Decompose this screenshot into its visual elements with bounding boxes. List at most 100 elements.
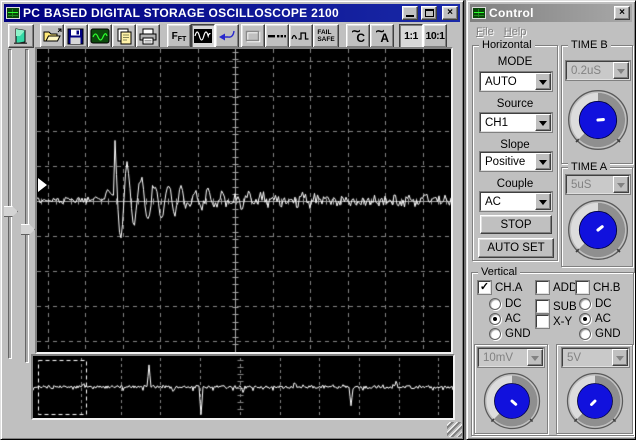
source-value: CH1 bbox=[485, 116, 509, 129]
minimize-button[interactable] bbox=[402, 6, 418, 20]
chb-volts-knob[interactable] bbox=[565, 371, 625, 431]
chb-ac-label: AC bbox=[595, 313, 611, 325]
chb-volts-value: 5V bbox=[567, 351, 582, 364]
menu-help[interactable]: Help bbox=[504, 26, 527, 38]
chb-volts-select: 5V bbox=[562, 348, 629, 367]
checkbox-box[interactable] bbox=[536, 300, 549, 313]
chevron-down-icon bbox=[612, 349, 628, 366]
trigger-level-marker[interactable] bbox=[38, 178, 47, 192]
open-file-button[interactable] bbox=[40, 24, 64, 48]
cal-c-label: C bbox=[356, 31, 365, 45]
checkbox-box[interactable]: ✓ bbox=[478, 281, 491, 294]
control-window: Control × File Help Horizontal MODE AUTO… bbox=[466, 0, 636, 440]
copy-button[interactable] bbox=[112, 24, 136, 48]
channel-a-label: CH.A bbox=[495, 281, 523, 294]
cal-a-label: A bbox=[380, 31, 389, 45]
exit-button[interactable] bbox=[8, 24, 34, 48]
time-a-knob[interactable] bbox=[566, 198, 630, 262]
save-button[interactable] bbox=[64, 24, 88, 48]
radio-circle[interactable] bbox=[579, 328, 591, 340]
fail-safe-button[interactable]: FAIL SAFE bbox=[313, 24, 339, 48]
overview-frame bbox=[31, 354, 455, 420]
checkbox-box[interactable] bbox=[576, 281, 589, 294]
radio-circle[interactable] bbox=[579, 298, 591, 310]
sub-label: SUB bbox=[553, 300, 577, 313]
restore-trace-button[interactable] bbox=[215, 24, 239, 48]
calibrate-c-button[interactable]: ∼ C bbox=[346, 24, 370, 48]
radio-circle[interactable] bbox=[489, 328, 501, 340]
main-toolbar: F FT FAIL SAFE ∼ C ∼ A 1:1 10:1 bbox=[1, 23, 447, 49]
channel-a-position-slider-thumb[interactable] bbox=[4, 206, 18, 217]
channel-b-checkbox[interactable]: CH.B bbox=[576, 281, 620, 294]
radio-circle[interactable] bbox=[579, 313, 591, 325]
calibrate-a-button[interactable]: ∼ A bbox=[370, 24, 394, 48]
chevron-down-icon bbox=[613, 62, 629, 79]
cha-ac-label: AC bbox=[505, 313, 521, 325]
source-select[interactable]: CH1 bbox=[480, 113, 552, 132]
add-checkbox[interactable]: ADD bbox=[536, 281, 577, 294]
slope-value: Positive bbox=[485, 155, 526, 168]
chb-gnd-radio[interactable]: GND bbox=[579, 328, 621, 340]
chevron-down-icon[interactable] bbox=[535, 153, 551, 170]
grid-toggle-button[interactable] bbox=[241, 24, 265, 48]
radio-circle[interactable] bbox=[489, 313, 501, 325]
probe-1-1-button[interactable]: 1:1 bbox=[399, 24, 423, 48]
maximize-button[interactable] bbox=[421, 6, 437, 20]
sub-checkbox[interactable]: SUB bbox=[536, 300, 577, 313]
mode-label: MODE bbox=[497, 56, 533, 68]
cha-ac-radio[interactable]: AC bbox=[489, 313, 521, 325]
chevron-down-icon[interactable] bbox=[535, 73, 551, 90]
exit-door-icon bbox=[14, 28, 27, 45]
print-button[interactable] bbox=[136, 24, 160, 48]
interpolation-button[interactable] bbox=[289, 24, 313, 48]
waveform-display-button[interactable] bbox=[191, 24, 215, 48]
printer-icon bbox=[139, 28, 157, 44]
mode-select[interactable]: AUTO bbox=[480, 72, 552, 91]
stop-button[interactable]: STOP bbox=[480, 215, 552, 234]
cha-gnd-radio[interactable]: GND bbox=[489, 328, 531, 340]
time-b-knob[interactable] bbox=[566, 88, 630, 152]
cha-gnd-label: GND bbox=[505, 328, 531, 340]
close-button[interactable]: × bbox=[442, 6, 458, 20]
chb-ac-radio[interactable]: AC bbox=[579, 313, 611, 325]
menu-file[interactable]: File bbox=[476, 26, 494, 38]
add-label: ADD bbox=[553, 281, 578, 294]
probe-10-1-button[interactable]: 10:1 bbox=[423, 24, 447, 48]
auto-set-button[interactable]: AUTO SET bbox=[478, 238, 554, 258]
dotted-line-button[interactable] bbox=[265, 24, 289, 48]
channel-b-position-slider-thumb[interactable] bbox=[21, 224, 35, 235]
chevron-down-icon[interactable] bbox=[535, 114, 551, 131]
checkbox-box[interactable] bbox=[536, 315, 549, 328]
fft-button[interactable]: F FT bbox=[167, 24, 191, 48]
couple-select[interactable]: AC bbox=[480, 192, 552, 211]
chevron-down-icon[interactable] bbox=[535, 193, 551, 210]
time-a-select: 5uS bbox=[566, 175, 630, 194]
capture-display-button[interactable] bbox=[88, 24, 112, 48]
channel-a-checkbox[interactable]: ✓ CH.A bbox=[478, 281, 522, 294]
control-close-button[interactable]: × bbox=[614, 6, 630, 20]
channel-a-position-slider-track[interactable] bbox=[8, 49, 12, 359]
cha-volts-select: 10mV bbox=[478, 348, 544, 367]
xy-checkbox[interactable]: X-Y bbox=[536, 315, 572, 328]
time-a-group: TIME A 5uS bbox=[561, 161, 633, 267]
cha-dc-radio[interactable]: DC bbox=[489, 298, 522, 310]
cha-volts-value: 10mV bbox=[483, 351, 514, 364]
slope-select[interactable]: Positive bbox=[480, 152, 552, 171]
control-titlebar[interactable]: Control × bbox=[470, 4, 632, 22]
close-icon: × bbox=[447, 7, 453, 18]
radio-circle[interactable] bbox=[489, 298, 501, 310]
vertical-group: Vertical ✓ CH.A ADD CH.B DC SUB DC AC X-… bbox=[471, 266, 634, 436]
checkbox-box[interactable] bbox=[536, 281, 549, 294]
chb-dc-radio[interactable]: DC bbox=[579, 298, 612, 310]
green-screen-icon bbox=[90, 28, 110, 43]
channel-a-panel: 10mV bbox=[474, 344, 548, 434]
cha-dc-label: DC bbox=[505, 298, 522, 310]
main-titlebar[interactable]: PC BASED DIGITAL STORAGE OSCILLOSCOPE 21… bbox=[4, 4, 460, 22]
channel-b-label: CH.B bbox=[593, 281, 621, 294]
cha-volts-knob[interactable] bbox=[482, 371, 542, 431]
resize-grip[interactable] bbox=[447, 422, 462, 437]
fail-label: FAIL bbox=[317, 28, 332, 36]
channel-b-position-slider-track[interactable] bbox=[25, 49, 29, 363]
time-b-value: 0.2uS bbox=[571, 64, 602, 77]
control-window-title: Control bbox=[489, 6, 534, 20]
